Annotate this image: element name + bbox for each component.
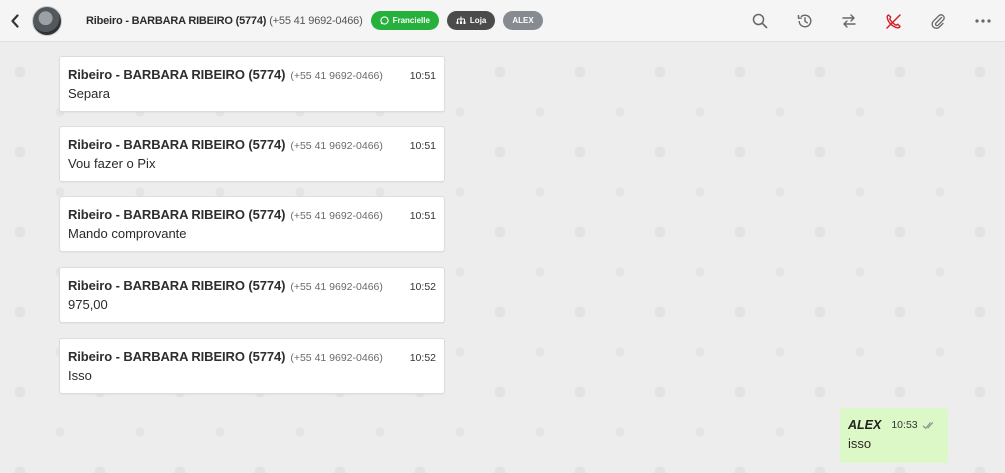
message-phone: (+55 41 9692-0466): [290, 210, 383, 222]
message-sender: Ribeiro - BARBARA RIBEIRO (5774): [68, 67, 286, 82]
sitemap-icon: [456, 16, 466, 24]
hangup-button[interactable]: [872, 0, 917, 42]
message-sender: Ribeiro - BARBARA RIBEIRO (5774): [68, 207, 286, 222]
message-time: 10:53: [891, 419, 918, 431]
message-text: Isso: [68, 368, 92, 383]
tag-agent-label: ALEX: [512, 16, 534, 25]
transfer-icon: [842, 14, 856, 28]
message-time: 10:52: [409, 352, 436, 364]
tag-agent[interactable]: ALEX: [503, 11, 543, 30]
back-button[interactable]: [0, 0, 30, 42]
header-actions: [738, 0, 1005, 42]
message-time: 10:51: [409, 70, 436, 82]
message-text: Mando comprovante: [68, 226, 187, 241]
incoming-message[interactable]: Ribeiro - BARBARA RIBEIRO (5774) (+55 41…: [59, 126, 445, 182]
tag-channel[interactable]: Francielle: [370, 11, 439, 30]
message-sender: ALEX: [848, 418, 882, 432]
message-phone: (+55 41 9692-0466): [290, 70, 383, 82]
tag-department-label: Loja: [469, 16, 487, 25]
hangup-icon: [886, 13, 901, 29]
chat-area[interactable]: Ribeiro - BARBARA RIBEIRO (5774) (+55 41…: [0, 42, 1005, 473]
attach-button[interactable]: [916, 0, 961, 42]
tag-department[interactable]: Loja: [446, 11, 496, 30]
history-icon: [797, 14, 812, 28]
message-text: isso: [848, 436, 872, 451]
message-text: 975,00: [68, 297, 108, 312]
contact-name[interactable]: Ribeiro - BARBARA RIBEIRO (5774) (+55 41 …: [86, 15, 363, 27]
tag-channel-label: Francielle: [392, 16, 430, 25]
search-button[interactable]: [738, 0, 783, 42]
incoming-message[interactable]: Ribeiro - BARBARA RIBEIRO (5774) (+55 41…: [59, 267, 445, 323]
message-time: 10:52: [409, 281, 436, 293]
outgoing-message[interactable]: ALEX 10:53 isso: [840, 408, 948, 463]
message-sender: Ribeiro - BARBARA RIBEIRO (5774): [68, 278, 286, 293]
message-time: 10:51: [409, 140, 436, 152]
incoming-message[interactable]: Ribeiro - BARBARA RIBEIRO (5774) (+55 41…: [59, 56, 445, 112]
message-phone: (+55 41 9692-0466): [290, 281, 383, 293]
chat-header: Ribeiro - BARBARA RIBEIRO (5774) (+55 41 …: [0, 0, 1005, 42]
attach-icon: [931, 14, 946, 29]
avatar[interactable]: [32, 5, 62, 36]
whatsapp-icon: [379, 16, 389, 25]
incoming-message[interactable]: Ribeiro - BARBARA RIBEIRO (5774) (+55 41…: [59, 196, 445, 252]
more-icon: [975, 19, 991, 23]
contact-name-text: Ribeiro - BARBARA RIBEIRO (5774): [86, 14, 267, 27]
message-phone: (+55 41 9692-0466): [290, 140, 383, 152]
history-button[interactable]: [783, 0, 828, 42]
message-text: Vou fazer o Pix: [68, 156, 156, 171]
search-icon: [753, 13, 768, 29]
chevron-left-icon: [11, 13, 19, 28]
message-text: Separa: [68, 86, 110, 101]
message-phone: (+55 41 9692-0466): [290, 352, 383, 364]
message-sender: Ribeiro - BARBARA RIBEIRO (5774): [68, 349, 286, 364]
more-button[interactable]: [961, 0, 1005, 42]
transfer-button[interactable]: [827, 0, 872, 42]
message-sender: Ribeiro - BARBARA RIBEIRO (5774): [68, 137, 286, 152]
double-check-icon: [922, 421, 933, 429]
message-time: 10:51: [409, 210, 436, 222]
contact-phone: (+55 41 9692-0466): [269, 14, 363, 27]
incoming-message[interactable]: Ribeiro - BARBARA RIBEIRO (5774) (+55 41…: [59, 338, 445, 394]
